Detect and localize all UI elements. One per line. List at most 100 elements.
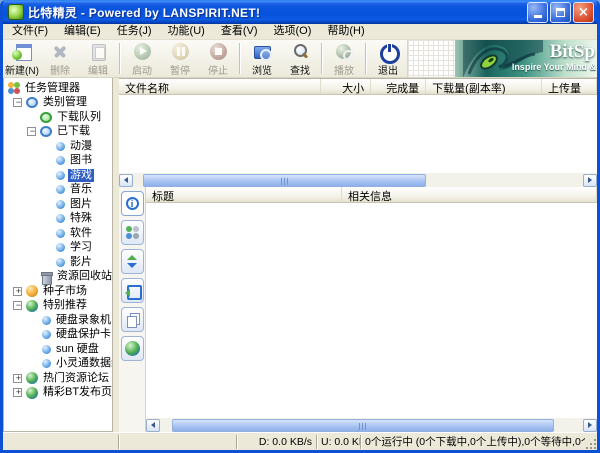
- detail-content: 标题 相关信息: [146, 187, 597, 432]
- detail-list[interactable]: [146, 203, 597, 418]
- tree-item-movies[interactable]: 影片: [4, 255, 112, 270]
- task-list-hscrollbar[interactable]: [119, 173, 597, 187]
- tree-item-downloaded[interactable]: 已下载: [4, 125, 112, 140]
- column-size[interactable]: 大小: [321, 79, 372, 94]
- browse-icon: [252, 43, 272, 61]
- collapse-expander-icon[interactable]: [13, 301, 22, 310]
- tab-tracker[interactable]: [121, 278, 144, 303]
- task-manager-icon: [8, 82, 20, 94]
- transfer-icon: [125, 254, 140, 269]
- collapse-expander-icon[interactable]: [27, 127, 36, 136]
- column-file-name[interactable]: 文件名称: [119, 79, 321, 94]
- resize-grip[interactable]: [585, 438, 597, 450]
- tree-item-bt-publish-page[interactable]: 精彩BT发布页: [4, 386, 112, 401]
- column-downloaded[interactable]: 下载量(副本率): [426, 79, 542, 94]
- tree-item-games[interactable]: 游戏: [4, 168, 112, 183]
- expand-expander-icon[interactable]: [13, 287, 22, 296]
- edit-icon: [88, 43, 108, 61]
- minimize-button[interactable]: [527, 2, 548, 23]
- tab-files[interactable]: [121, 307, 144, 332]
- start-button: 启动: [123, 40, 161, 77]
- tree-item-task-manager[interactable]: 任务管理器: [4, 81, 112, 96]
- column-uploaded[interactable]: 上传量: [542, 79, 597, 94]
- category-sphere-icon: [56, 229, 65, 238]
- play-icon: [334, 43, 354, 61]
- browse-button[interactable]: 浏览: [243, 40, 281, 77]
- peers-icon: [125, 225, 140, 240]
- pause-button: 暂停: [161, 40, 199, 77]
- menu-view[interactable]: 查看(V): [213, 24, 266, 39]
- scroll-thumb[interactable]: [172, 419, 554, 432]
- tree-item-special[interactable]: 特殊: [4, 212, 112, 227]
- tree-item-phs-data-cable[interactable]: 小灵通数据线: [4, 357, 112, 372]
- tree-item-books[interactable]: 图书: [4, 154, 112, 169]
- tree-item-study[interactable]: 学习: [4, 241, 112, 256]
- tab-info[interactable]: i: [121, 191, 144, 216]
- menu-file[interactable]: 文件(F): [4, 24, 56, 39]
- link-sphere-icon: [42, 316, 51, 325]
- exit-button[interactable]: 退出: [369, 40, 407, 77]
- collapse-expander-icon[interactable]: [13, 98, 22, 107]
- category-sphere-icon: [56, 258, 65, 267]
- edit-button: 编辑: [79, 40, 117, 77]
- tree-item-anime[interactable]: 动漫: [4, 139, 112, 154]
- web-icon: [125, 341, 140, 356]
- scroll-thumb[interactable]: [143, 174, 426, 187]
- category-sphere-icon: [56, 200, 65, 209]
- downloaded-icon: [40, 126, 52, 137]
- tab-transfer[interactable]: [121, 249, 144, 274]
- tab-peers[interactable]: [121, 220, 144, 245]
- link-sphere-icon: [42, 359, 51, 368]
- maximize-icon: [556, 8, 565, 17]
- scroll-right-icon[interactable]: [583, 174, 597, 187]
- globe-icon: [26, 387, 38, 399]
- close-button[interactable]: ×: [573, 2, 594, 23]
- expand-expander-icon[interactable]: [13, 388, 22, 397]
- detail-hscrollbar[interactable]: [146, 418, 597, 432]
- link-sphere-icon: [42, 330, 51, 339]
- files-icon: [125, 312, 140, 327]
- menu-help[interactable]: 帮助(H): [319, 24, 372, 39]
- status-task-summary: 0个运行中 (0个下载中,0个上传中),0个等待中,0个在计划: [360, 435, 585, 449]
- find-icon: [290, 43, 310, 61]
- tree-item-sun-hdd[interactable]: sun 硬盘: [4, 342, 112, 357]
- task-list[interactable]: [119, 95, 597, 173]
- tree-item-hdd-recorder[interactable]: 硬盘录象机: [4, 313, 112, 328]
- task-list-header: 文件名称 大小 完成量 下载量(副本率) 上传量: [119, 79, 597, 95]
- tree-item-special-recommend[interactable]: 特别推荐: [4, 299, 112, 314]
- tree-item-pictures[interactable]: 图片: [4, 197, 112, 212]
- tree-item-hdd-protect-card[interactable]: 硬盘保护卡: [4, 328, 112, 343]
- tree-item-software[interactable]: 软件: [4, 226, 112, 241]
- scroll-left-icon[interactable]: [146, 419, 160, 432]
- tree-item-hot-forum[interactable]: 热门资源论坛: [4, 371, 112, 386]
- tree-item-download-queue[interactable]: 下载队列: [4, 110, 112, 125]
- tree-item-category-management[interactable]: 类别管理: [4, 96, 112, 111]
- maximize-button[interactable]: [550, 2, 571, 23]
- expand-expander-icon[interactable]: [13, 374, 22, 383]
- menu-task[interactable]: 任务(J): [109, 24, 160, 39]
- scroll-right-icon[interactable]: [583, 419, 597, 432]
- menu-edit[interactable]: 编辑(E): [56, 24, 109, 39]
- tab-web[interactable]: [121, 336, 144, 361]
- tree-item-recycle-bin[interactable]: 资源回收站: [4, 270, 112, 285]
- stop-button: 停止: [199, 40, 237, 77]
- toolbar-separator: [239, 43, 241, 74]
- tree-item-music[interactable]: 音乐: [4, 183, 112, 198]
- category-sphere-icon: [56, 185, 65, 194]
- tree-item-seed-market[interactable]: 种子市场: [4, 284, 112, 299]
- column-completed[interactable]: 完成量: [371, 79, 426, 94]
- pause-icon: [170, 43, 190, 61]
- menu-function[interactable]: 功能(U): [160, 24, 213, 39]
- download-queue-icon: [40, 112, 52, 123]
- title-bar: 比特精灵 - Powered by LANSPIRIT.NET! ×: [3, 0, 597, 24]
- column-title[interactable]: 标题: [146, 187, 342, 202]
- menu-options[interactable]: 选项(O): [266, 24, 320, 39]
- find-button[interactable]: 查找: [281, 40, 319, 77]
- recycle-bin-icon: [40, 271, 52, 283]
- status-panel-empty: [118, 435, 236, 449]
- new-task-button[interactable]: 新建(N): [3, 40, 41, 77]
- scroll-left-icon[interactable]: [119, 174, 133, 187]
- column-related-info[interactable]: 相关信息: [342, 187, 597, 202]
- toolbar-separator: [119, 43, 121, 74]
- toolbar: 新建(N) 删除 编辑 启动 暂停 停止 浏览 查找: [3, 40, 597, 78]
